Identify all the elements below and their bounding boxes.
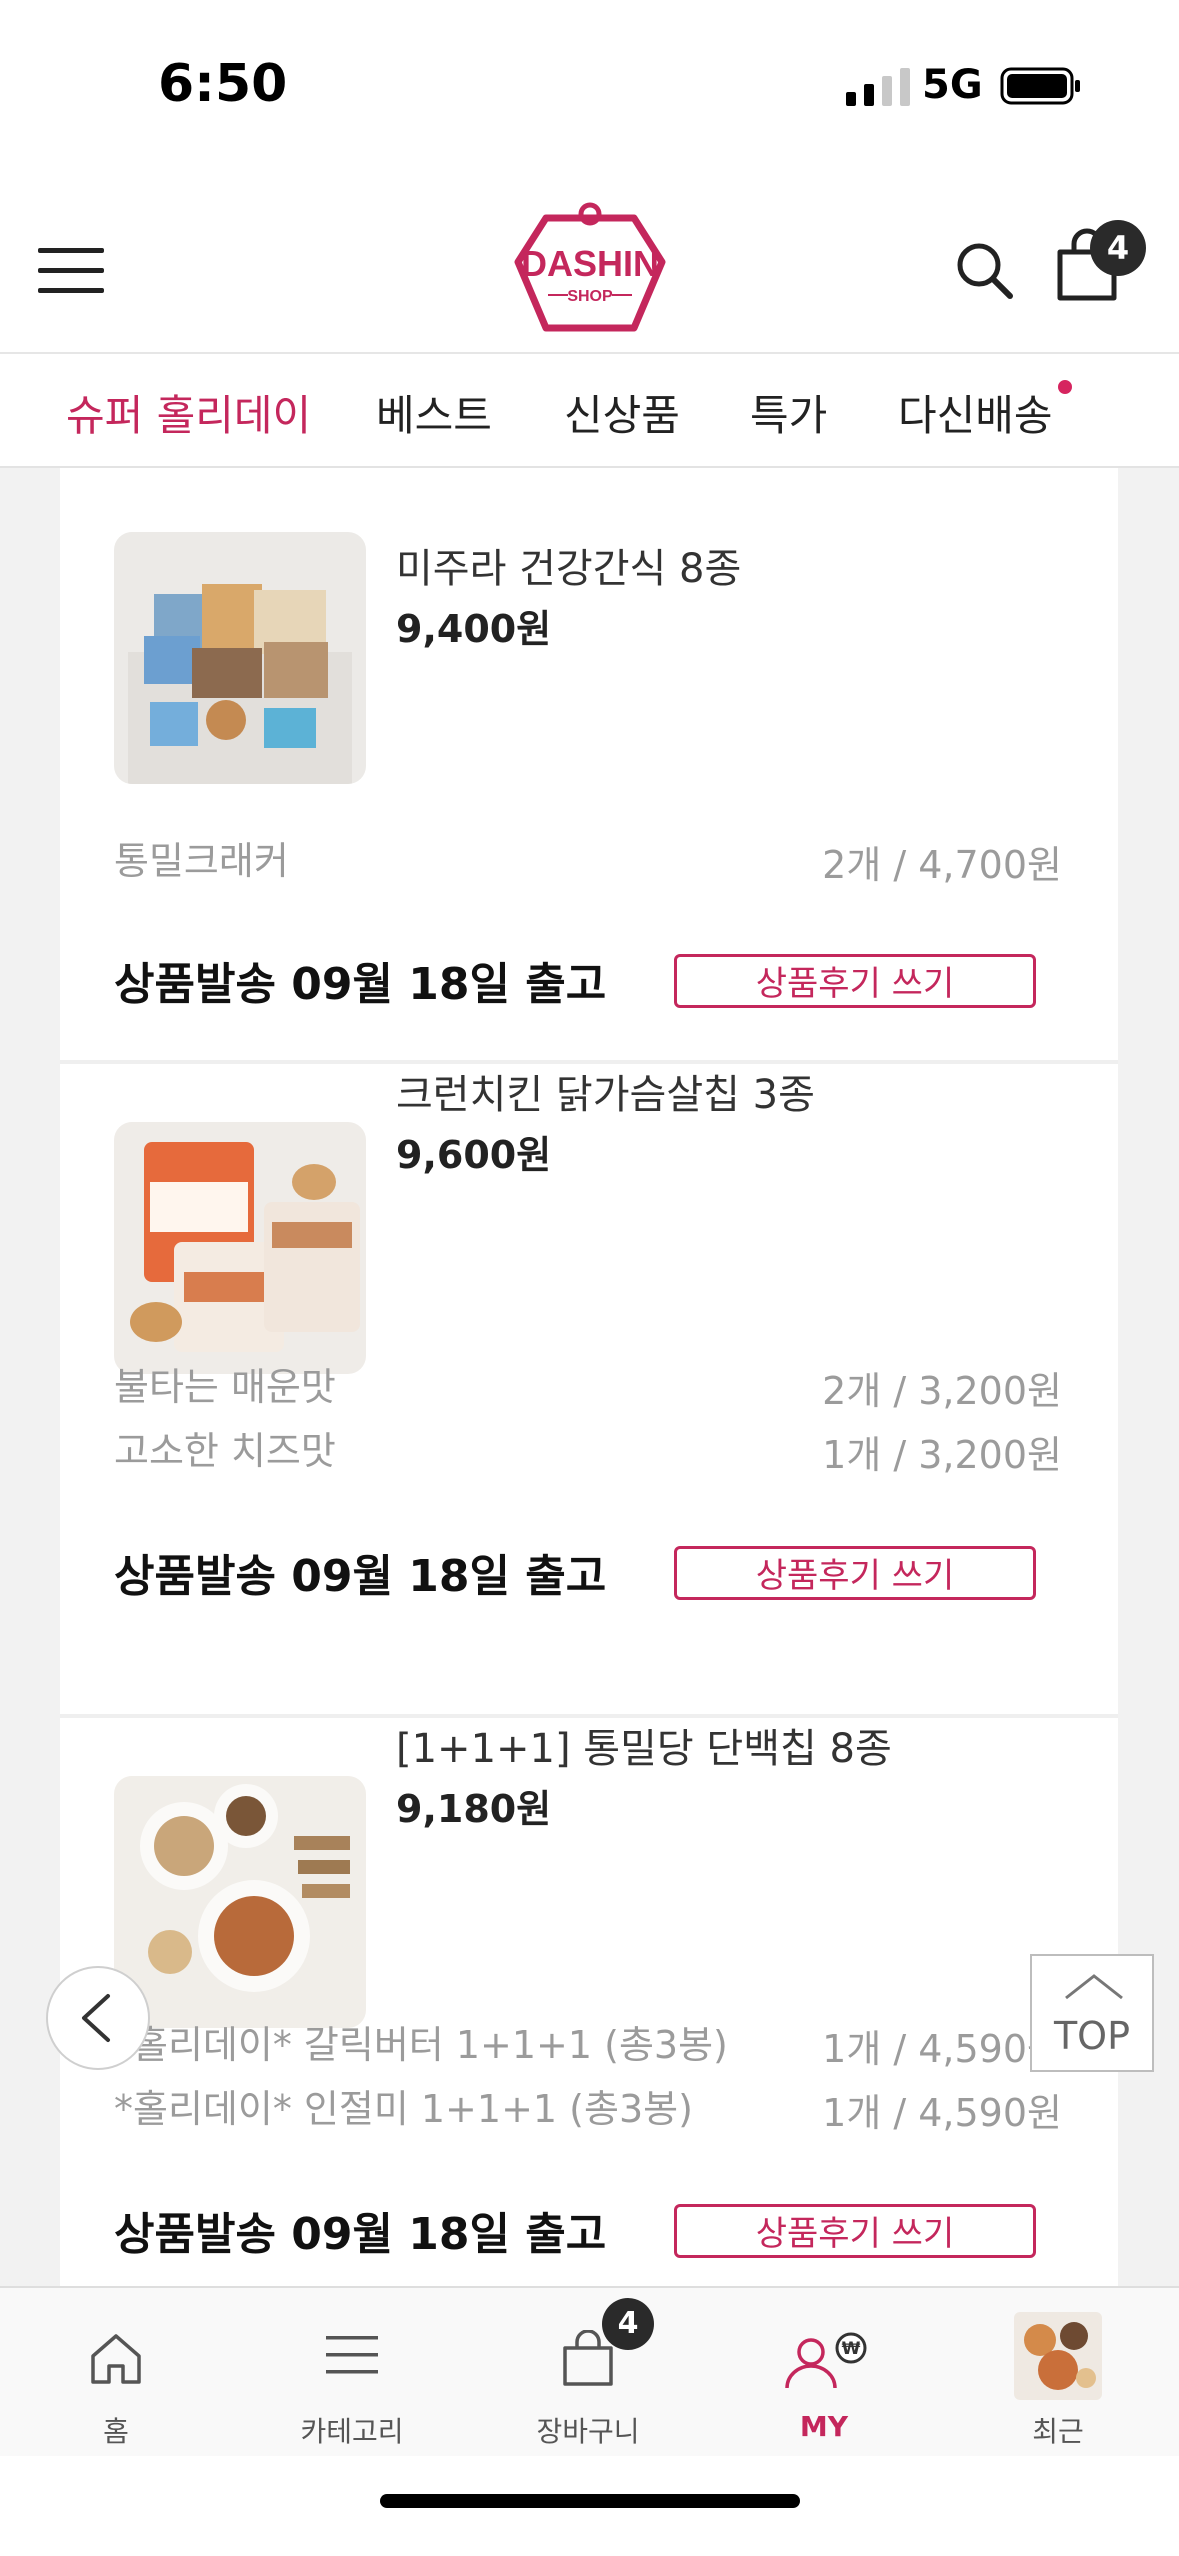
order-list: 미주라 건강간식 8종 9,400원 통밀크래커 2개 / 4,700원 상품발… [60,468,1118,2286]
order-item: 크런치킨 닭가슴살칩 3종 9,600원 불타는 매운맛 2개 / 3,200원… [60,1064,1118,1714]
status-time: 6:50 [158,54,288,114]
option-quantity: 2개 / 4,700원 [822,843,1062,887]
option-name: 불타는 매운맛 [114,1365,336,1409]
nav-category[interactable]: 카테고리 [262,2288,442,2458]
shipping-status: 상품발송 09월 18일 출고 [114,959,607,1010]
nav-home[interactable]: 홈 [26,2288,206,2458]
shipping-status: 상품발송 09월 18일 출고 [114,1551,607,1602]
search-icon[interactable] [954,240,1014,300]
product-image[interactable] [114,532,366,784]
home-indicator [380,2494,800,2508]
nav-cart[interactable]: 4 장바구니 [498,2288,678,2458]
nav-label: 장바구니 [536,2415,640,2448]
option-quantity: 1개 / 3,200원 [822,1433,1062,1477]
tab-best[interactable]: 베스트 [376,382,492,443]
my-icon: ₩ [785,2332,867,2389]
product-image[interactable] [114,1122,366,1374]
new-dot-indicator [1058,380,1072,394]
cart-count-badge: 4 [602,2298,654,2350]
battery-icon [1000,67,1080,105]
order-item: [1+1+1] 통밀당 단백칩 8종 9,180원 *홀리데이* 갈릭버터 1+… [60,1718,1118,2286]
nav-my[interactable]: ₩ MY [734,2288,914,2458]
product-name[interactable]: 크런치킨 닭가슴살칩 3종 [396,1062,815,1120]
product-price: 9,600원 [396,1133,552,1177]
order-item: 미주라 건강간식 8종 9,400원 통밀크래커 2개 / 4,700원 상품발… [60,468,1118,1060]
option-quantity: 1개 / 4,590원 [822,2027,1062,2071]
signal-icon [846,68,910,106]
category-tabs: 슈퍼 홀리데이 베스트 신상품 특가 다신배송 [0,354,1179,468]
status-bar: 6:50 5G [0,0,1179,170]
tab-super-holiday[interactable]: 슈퍼 홀리데이 [66,382,311,443]
logo-text: DASHIN [521,243,659,284]
product-price: 9,180원 [396,1787,552,1831]
tab-dashin-delivery[interactable]: 다신배송 [898,382,1053,443]
nav-label: 최근 [1032,2415,1084,2448]
option-name: *홀리데이* 갈릭버터 1+1+1 (총3봉) [114,2023,728,2067]
product-name[interactable]: 미주라 건강간식 8종 [396,536,741,594]
shipping-status: 상품발송 09월 18일 출고 [114,2209,607,2260]
svg-text:₩: ₩ [842,2339,861,2359]
home-icon [91,2334,141,2384]
nav-label: 홈 [103,2415,129,2448]
recent-product-thumbnail [1014,2312,1102,2400]
back-button[interactable] [46,1966,150,2070]
dashin-shop-logo[interactable]: DASHIN SHOP [512,200,668,334]
nav-label: 카테고리 [300,2415,404,2448]
hamburger-menu-icon[interactable] [38,246,104,296]
tab-new[interactable]: 신상품 [564,382,680,443]
bottom-navigation: 홈 카테고리 4 장바구니 ₩ MY 최근 [0,2286,1179,2458]
network-label: 5G [922,62,983,108]
write-review-button[interactable]: 상품후기 쓰기 [674,954,1036,1008]
chevron-up-icon [1065,1974,1123,2000]
logo-subtext: SHOP [567,288,613,305]
option-quantity: 2개 / 3,200원 [822,1369,1062,1413]
write-review-button[interactable]: 상품후기 쓰기 [674,2204,1036,2258]
scroll-to-top-button[interactable]: TOP [1030,1954,1154,2072]
product-image[interactable] [114,1776,366,2028]
tab-special[interactable]: 특가 [750,382,827,443]
nav-label: MY [799,2410,849,2443]
nav-recent[interactable]: 최근 [968,2288,1148,2458]
option-name: 통밀크래커 [114,839,289,883]
category-icon [326,2336,378,2374]
product-name[interactable]: [1+1+1] 통밀당 단백칩 8종 [396,1716,892,1774]
top-label: TOP [1053,2014,1131,2058]
write-review-button[interactable]: 상품후기 쓰기 [674,1546,1036,1600]
product-price: 9,400원 [396,607,552,651]
home-indicator-area [0,2456,1179,2556]
app-header: DASHIN SHOP 4 [0,170,1179,354]
option-quantity: 1개 / 4,590원 [822,2091,1062,2135]
chevron-left-icon [82,1994,110,2042]
option-name: *홀리데이* 인절미 1+1+1 (총3봉) [114,2087,693,2131]
cart-count-badge: 4 [1090,220,1146,276]
option-name: 고소한 치즈맛 [114,1429,336,1473]
